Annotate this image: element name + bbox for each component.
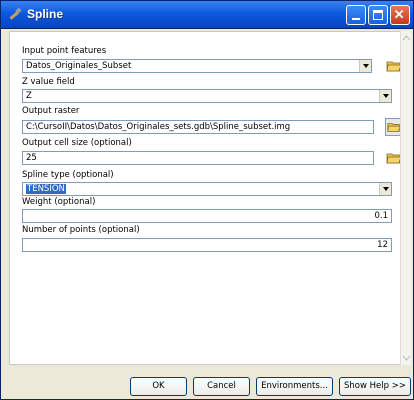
minimize-button[interactable] — [346, 5, 366, 25]
button-bar: OK Cancel Environments... Show Help >> — [1, 369, 413, 399]
spline-type-dropdown[interactable] — [379, 183, 391, 195]
minimize-icon — [352, 18, 360, 20]
cell-size-input[interactable]: 25 — [22, 151, 374, 165]
points-value: 12 — [377, 240, 388, 250]
output-raster-input[interactable]: C:\CursoII\Datos\Datos_Originales_sets.g… — [22, 120, 374, 134]
parameters-panel: Input point features Datos_Originales_Su… — [9, 31, 403, 365]
spline-type-value: TENSION — [26, 184, 66, 194]
input-features-dropdown[interactable] — [359, 60, 371, 72]
maximize-icon — [373, 10, 383, 20]
title-bar[interactable]: Spline — [1, 1, 413, 29]
scroll-down-icon[interactable] — [402, 353, 411, 363]
close-icon — [394, 9, 404, 19]
cancel-button[interactable]: Cancel — [193, 377, 250, 396]
maximize-button[interactable] — [368, 5, 388, 25]
points-label: Number of points (optional) — [22, 225, 140, 235]
points-input[interactable]: 12 — [22, 238, 392, 252]
cell-size-value: 25 — [26, 153, 37, 163]
z-field-label: Z value field — [22, 77, 75, 87]
scroll-up-icon[interactable] — [402, 33, 411, 43]
hammer-icon — [9, 7, 22, 20]
input-features-value: Datos_Originales_Subset — [26, 61, 132, 71]
environments-button[interactable]: Environments... — [256, 377, 333, 396]
window-title: Spline — [27, 7, 64, 21]
z-field-select[interactable]: Z — [22, 89, 392, 103]
z-field-dropdown[interactable] — [379, 90, 391, 102]
ok-button[interactable]: OK — [130, 377, 187, 396]
output-raster-label: Output raster — [22, 106, 80, 116]
output-raster-value: C:\CursoII\Datos\Datos_Originales_sets.g… — [26, 122, 291, 132]
weight-input[interactable]: 0.1 — [22, 209, 392, 223]
cell-size-label: Output cell size (optional) — [22, 138, 132, 148]
weight-value: 0.1 — [374, 211, 388, 221]
input-features-label: Input point features — [22, 46, 107, 56]
weight-label: Weight (optional) — [22, 197, 96, 207]
input-features-select[interactable]: Datos_Originales_Subset — [22, 59, 372, 73]
chevron-down-icon — [383, 187, 389, 191]
spline-type-select[interactable]: TENSION — [22, 182, 392, 196]
spline-dialog: Spline Input point features Datos_Origin… — [0, 0, 414, 400]
chevron-down-icon — [383, 94, 389, 98]
vertical-scrollbar[interactable] — [400, 31, 411, 365]
chevron-down-icon — [363, 64, 369, 68]
spline-type-label: Spline type (optional) — [22, 170, 114, 180]
close-button[interactable] — [390, 5, 410, 25]
z-field-value: Z — [26, 91, 32, 101]
show-help-button[interactable]: Show Help >> — [339, 377, 411, 396]
